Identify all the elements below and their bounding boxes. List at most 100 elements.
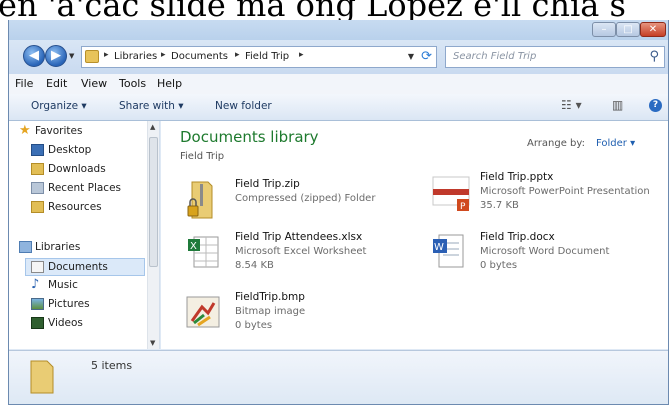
nav-desktop[interactable]: Desktop [9, 142, 145, 160]
word-file-icon: W [431, 231, 465, 275]
minimize-button[interactable]: – [592, 22, 616, 37]
scroll-up-icon[interactable]: ▲ [150, 123, 155, 131]
file-name: Field Trip Attendees.xlsx [235, 231, 363, 243]
file-type: Compressed (zipped) Folder [235, 193, 376, 204]
file-item[interactable]: W Field Trip.docx Microsoft Word Documen… [431, 231, 668, 283]
details-pane: 5 items [9, 350, 668, 404]
scroll-down-icon[interactable]: ▼ [150, 339, 155, 347]
library-title: Documents library [180, 128, 319, 146]
desktop-icon [31, 144, 44, 156]
music-icon: ♪ [31, 277, 40, 292]
nav-documents-label: Documents [48, 261, 108, 273]
pictures-icon [31, 298, 44, 310]
back-button[interactable]: ◀ [23, 45, 45, 67]
address-dropdown-icon[interactable]: ▼ [408, 52, 414, 61]
file-size: 0 bytes [480, 260, 518, 271]
downloads-folder-icon [31, 163, 44, 175]
breadcrumb-separator-icon[interactable]: ▸ [161, 50, 166, 60]
bitmap-file-icon [186, 291, 220, 335]
menu-view[interactable]: View [81, 77, 107, 90]
command-bar: Organize ▾ Share with ▾ New folder ☷ ▾ ▥… [9, 94, 668, 121]
nav-downloads[interactable]: Downloads [9, 161, 145, 179]
explorer-window: – □ ✕ ◀ ▶ ▼ ▸ Libraries ▸ Documents ▸ Fi… [8, 20, 669, 405]
file-name: Field Trip.zip [235, 178, 300, 190]
nav-videos[interactable]: Videos [9, 315, 145, 333]
search-icon[interactable]: ⚲ [649, 49, 659, 64]
documents-icon [31, 261, 44, 273]
title-bar[interactable]: – □ ✕ [9, 20, 668, 40]
address-bar[interactable]: ▸ Libraries ▸ Documents ▸ Field Trip ▸ ▼… [81, 46, 437, 68]
nav-recent-places-label: Recent Places [48, 182, 122, 194]
search-placeholder: Search Field Trip [453, 51, 537, 62]
navigation-pane: ★ Favorites Desktop Downloads Recent Pla… [9, 121, 160, 349]
libraries-icon [19, 241, 32, 253]
refresh-icon[interactable]: ⟳ [421, 49, 432, 64]
nav-music-label: Music [48, 279, 78, 291]
forward-button[interactable]: ▶ [45, 45, 67, 67]
breadcrumb-separator-icon[interactable]: ▸ [235, 50, 240, 60]
organize-button[interactable]: Organize ▾ [31, 100, 87, 112]
menu-edit[interactable]: Edit [46, 77, 67, 90]
folder-icon [31, 201, 44, 213]
library-subtitle: Field Trip [180, 151, 225, 162]
nav-libraries-label: Libraries [35, 241, 81, 253]
folder-icon [29, 357, 55, 395]
file-item[interactable]: Field Trip.zip Compressed (zipped) Folde… [186, 178, 426, 230]
help-icon[interactable]: ? [649, 99, 662, 112]
nav-scrollbar[interactable]: ▲ ▼ [147, 121, 159, 349]
excel-file-icon: X [186, 231, 220, 275]
nav-downloads-label: Downloads [48, 163, 106, 175]
caption-text: en 'a'cac slide ma ong Lopez e'll chia s [0, 0, 626, 22]
nav-resources[interactable]: Resources [9, 199, 145, 217]
svg-text:W: W [434, 242, 444, 253]
file-size: 8.54 KB [235, 260, 274, 271]
folder-icon [85, 50, 99, 63]
file-name: Field Trip.docx [480, 231, 555, 243]
menu-help[interactable]: Help [157, 77, 182, 90]
file-type: Microsoft Word Document [480, 246, 610, 257]
breadcrumb-libraries[interactable]: Libraries [114, 51, 157, 62]
background-caption: en 'a'cac slide ma ong Lopez e'll chia s [0, 0, 671, 22]
file-item[interactable]: X Field Trip Attendees.xlsx Microsoft Ex… [186, 231, 426, 283]
menu-file[interactable]: File [15, 77, 33, 90]
item-count: 5 items [91, 359, 133, 372]
maximize-button[interactable]: □ [616, 22, 640, 37]
menu-bar: File Edit View Tools Help [9, 74, 668, 94]
menu-tools[interactable]: Tools [119, 77, 146, 90]
powerpoint-file-icon: P [431, 171, 470, 215]
file-type: Microsoft Excel Worksheet [235, 246, 367, 257]
nav-videos-label: Videos [48, 317, 83, 329]
videos-icon [31, 317, 44, 329]
arrange-by-dropdown[interactable]: Folder ▾ [596, 138, 635, 149]
nav-music[interactable]: ♪ Music [9, 277, 145, 295]
nav-recent-places[interactable]: Recent Places [9, 180, 145, 198]
breadcrumb-field-trip[interactable]: Field Trip [245, 51, 289, 62]
search-input[interactable]: Search Field Trip ⚲ [445, 46, 665, 68]
new-folder-button[interactable]: New folder [215, 100, 272, 112]
change-view-icon[interactable]: ☷ ▾ [561, 98, 582, 112]
breadcrumb-separator-icon[interactable]: ▸ [299, 50, 304, 60]
file-item[interactable]: P Field Trip.pptx Microsoft PowerPoint P… [431, 171, 668, 223]
nav-favorites[interactable]: ★ Favorites [9, 123, 145, 141]
scrollbar-thumb[interactable] [149, 137, 158, 267]
nav-favorites-label: Favorites [35, 125, 83, 137]
zip-folder-icon [186, 178, 220, 222]
nav-libraries[interactable]: Libraries [9, 239, 145, 257]
file-item[interactable]: FieldTrip.bmp Bitmap image 0 bytes [186, 291, 426, 343]
preview-pane-icon[interactable]: ▥ [612, 98, 623, 112]
file-size: 35.7 KB [480, 200, 519, 211]
nav-resources-label: Resources [48, 201, 102, 213]
share-with-button[interactable]: Share with ▾ [119, 100, 184, 112]
nav-documents[interactable]: Documents [25, 258, 145, 276]
address-row: ◀ ▶ ▼ ▸ Libraries ▸ Documents ▸ Field Tr… [9, 40, 668, 74]
close-button[interactable]: ✕ [640, 22, 666, 37]
nav-pictures[interactable]: Pictures [9, 296, 145, 314]
star-icon: ★ [19, 123, 31, 138]
svg-text:P: P [460, 202, 466, 212]
breadcrumb-separator-icon[interactable]: ▸ [104, 50, 109, 60]
recent-pages-chevron-icon[interactable]: ▼ [69, 52, 74, 60]
nav-desktop-label: Desktop [48, 144, 92, 156]
breadcrumb-documents[interactable]: Documents [171, 51, 228, 62]
file-name: FieldTrip.bmp [235, 291, 305, 303]
file-type: Bitmap image [235, 306, 306, 317]
